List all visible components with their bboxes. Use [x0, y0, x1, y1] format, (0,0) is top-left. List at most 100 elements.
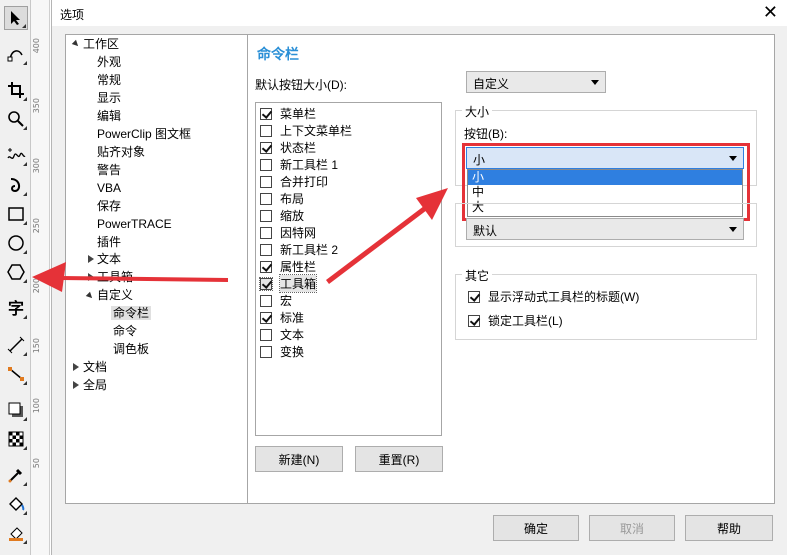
- pick-tool-icon[interactable]: [4, 6, 28, 30]
- list-item[interactable]: 新工具栏 1: [260, 156, 338, 173]
- reset-button[interactable]: 重置(R): [355, 446, 443, 472]
- close-icon[interactable]: ✕: [763, 2, 778, 23]
- tree-node[interactable]: 外观: [97, 54, 121, 70]
- checkbox[interactable]: [260, 294, 272, 307]
- tree-node[interactable]: 常规: [97, 72, 121, 88]
- list-item-toolbox[interactable]: 工具箱: [259, 274, 318, 293]
- tree-node-document[interactable]: 文档: [83, 359, 107, 375]
- list-item[interactable]: 文本: [260, 326, 304, 343]
- list-item[interactable]: 状态栏: [260, 139, 316, 156]
- checkbox[interactable]: [260, 209, 272, 222]
- artistic-media-icon[interactable]: [4, 173, 28, 197]
- ruler-number: 100: [32, 398, 41, 414]
- checkbox[interactable]: [260, 260, 272, 273]
- expanded-icon[interactable]: [71, 39, 81, 49]
- list-item[interactable]: 缩放: [260, 207, 304, 224]
- tree-node-global[interactable]: 全局: [83, 377, 107, 393]
- checkbox[interactable]: [260, 345, 272, 358]
- checkbox[interactable]: [260, 226, 272, 239]
- tree-node[interactable]: 警告: [97, 162, 121, 178]
- tree-node[interactable]: VBA: [97, 180, 121, 196]
- dimension-tool-icon[interactable]: [4, 333, 28, 357]
- checkbox[interactable]: [260, 124, 272, 137]
- checkbox[interactable]: [260, 107, 272, 120]
- vertical-ruler: 400 350 300 250 200 150 100 50: [31, 0, 50, 555]
- checkbox[interactable]: [260, 158, 272, 171]
- checkbox[interactable]: [260, 141, 272, 154]
- checkbox[interactable]: [468, 314, 480, 327]
- ruler-number: 250: [32, 218, 41, 234]
- tree-node-toolbox[interactable]: 工具箱: [97, 269, 133, 285]
- text-tool-icon[interactable]: 字: [4, 296, 28, 320]
- fill-tool-icon[interactable]: [4, 492, 28, 516]
- freehand-tool-icon[interactable]: [4, 143, 28, 167]
- zoom-tool-icon[interactable]: [4, 107, 28, 131]
- tree-node-workspace[interactable]: 工作区: [83, 36, 119, 52]
- ruler-number: 200: [32, 278, 41, 294]
- list-item[interactable]: 因特网: [260, 224, 316, 241]
- checkbox[interactable]: [260, 175, 272, 188]
- new-button[interactable]: 新建(N): [255, 446, 343, 472]
- list-item[interactable]: 上下文菜单栏: [260, 122, 352, 139]
- list-item[interactable]: 属性栏: [260, 258, 316, 275]
- ruler-number: 150: [32, 338, 41, 354]
- other-group: 其它: [455, 267, 757, 340]
- tree-node-commandbars[interactable]: 命令栏: [111, 305, 152, 321]
- tree-node[interactable]: PowerTRACE: [97, 216, 172, 232]
- shape-tool-icon[interactable]: [4, 42, 28, 66]
- collapsed-icon[interactable]: [88, 255, 94, 263]
- default-size-combo[interactable]: 自定义: [466, 71, 606, 93]
- tree-node[interactable]: 调色板: [113, 341, 149, 357]
- checkbox[interactable]: [468, 290, 480, 303]
- ruler-number: 50: [32, 458, 41, 469]
- ok-button[interactable]: 确定: [493, 515, 579, 541]
- tree-node[interactable]: 命令: [113, 323, 137, 339]
- second-size-combo[interactable]: 默认: [466, 218, 744, 240]
- lock-toolbar-option[interactable]: 锁定工具栏(L): [468, 312, 563, 329]
- checkbox[interactable]: [260, 328, 272, 341]
- cancel-button[interactable]: 取消: [589, 515, 675, 541]
- interactive-fill-icon[interactable]: [4, 521, 28, 545]
- list-item[interactable]: 合并打印: [260, 173, 328, 190]
- commandbar-list: 菜单栏 上下文菜单栏 状态栏 新工具栏 1 合并打印 布局 缩放 因特网 新工具…: [255, 102, 442, 436]
- checkbox[interactable]: [260, 243, 272, 256]
- checkbox[interactable]: [260, 192, 272, 205]
- collapsed-icon[interactable]: [73, 363, 79, 371]
- ellipse-tool-icon[interactable]: [4, 231, 28, 255]
- list-item[interactable]: 宏: [260, 292, 292, 309]
- list-item[interactable]: 菜单栏: [260, 105, 316, 122]
- rectangle-tool-icon[interactable]: [4, 202, 28, 226]
- show-floating-title-option[interactable]: 显示浮动式工具栏的标题(W): [468, 288, 639, 305]
- checkbox[interactable]: [260, 311, 272, 324]
- options-dialog: 选项 ✕ 工作区 外观 常规 显示 编辑 PowerClip 图文框 贴齐对象 …: [51, 0, 787, 555]
- drop-shadow-icon[interactable]: [4, 398, 28, 422]
- crop-tool-icon[interactable]: [4, 78, 28, 102]
- panel-title: 命令栏: [257, 46, 299, 62]
- tree-node[interactable]: 保存: [97, 198, 121, 214]
- connector-tool-icon[interactable]: [4, 362, 28, 386]
- tree-node-customize[interactable]: 自定义: [97, 287, 133, 303]
- tree-node[interactable]: 显示: [97, 90, 121, 106]
- transparency-icon[interactable]: [4, 427, 28, 451]
- collapsed-icon[interactable]: [73, 381, 79, 389]
- list-item[interactable]: 变换: [260, 343, 304, 360]
- list-item[interactable]: 标准: [260, 309, 304, 326]
- list-item[interactable]: 布局: [260, 190, 304, 207]
- other-group-title: 其它: [462, 267, 493, 284]
- help-button[interactable]: 帮助: [685, 515, 773, 541]
- tree-node[interactable]: 插件: [97, 234, 121, 250]
- ruler-number: 300: [32, 158, 41, 174]
- tree-node[interactable]: PowerClip 图文框: [97, 126, 191, 142]
- tree-node[interactable]: 编辑: [97, 108, 121, 124]
- polygon-tool-icon[interactable]: [4, 260, 28, 284]
- toolbox: 字: [0, 0, 31, 555]
- tree-node[interactable]: 贴齐对象: [97, 144, 145, 160]
- collapsed-icon[interactable]: [88, 273, 94, 281]
- tree-node-text[interactable]: 文本: [97, 251, 121, 267]
- checkbox[interactable]: [259, 276, 273, 291]
- buttons-label: 按钮(B):: [464, 127, 508, 141]
- eyedropper-icon[interactable]: [4, 463, 28, 487]
- chevron-down-icon: [591, 80, 599, 85]
- expanded-icon[interactable]: [85, 291, 95, 301]
- list-item[interactable]: 新工具栏 2: [260, 241, 338, 258]
